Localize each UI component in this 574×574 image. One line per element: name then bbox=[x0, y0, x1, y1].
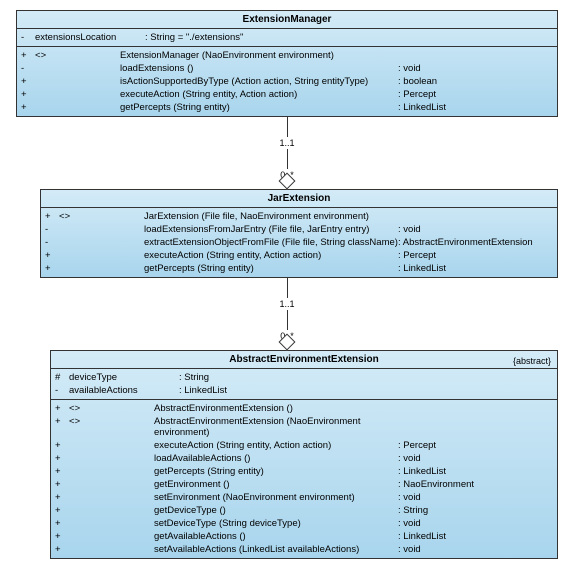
operation-row: +<>ExtensionManager (NaoEnvironment envi… bbox=[21, 49, 553, 62]
operation-row: +<>AbstractEnvironmentExtension () bbox=[55, 402, 553, 415]
attributes: #deviceType: String-availableActions: Li… bbox=[51, 369, 557, 400]
operation-row: +setAvailableActions (LinkedList availab… bbox=[55, 543, 553, 556]
operations: +<>AbstractEnvironmentExtension ()+<>Abs… bbox=[51, 400, 557, 558]
operations: +<>JarExtension (File file, NaoEnvironme… bbox=[41, 208, 557, 277]
association-2: 1..1 0..* bbox=[10, 278, 564, 350]
operation-row: +getEnvironment ()NaoEnvironment bbox=[55, 478, 553, 491]
attribute-row: -extensionsLocation: String = "./extensi… bbox=[21, 31, 553, 44]
class-extension-manager: ExtensionManager -extensionsLocation: St… bbox=[16, 10, 558, 117]
operation-row: +getPercepts (String entity)LinkedList bbox=[45, 262, 553, 275]
attribute-row: #deviceType: String bbox=[55, 371, 553, 384]
operation-row: +<>JarExtension (File file, NaoEnvironme… bbox=[45, 210, 553, 223]
operation-row: +executeAction (String entity, Action ac… bbox=[21, 88, 553, 101]
class-title: AbstractEnvironmentExtension {abstract} bbox=[51, 351, 557, 369]
operation-row: -extractExtensionObjectFromFile (File fi… bbox=[45, 236, 553, 249]
operation-row: +executeAction (String entity, Action ac… bbox=[45, 249, 553, 262]
operation-row: +getAvailableActions ()LinkedList bbox=[55, 530, 553, 543]
operation-row: +getPercepts (String entity)LinkedList bbox=[21, 101, 553, 114]
attributes: -extensionsLocation: String = "./extensi… bbox=[17, 29, 557, 47]
class-title: JarExtension bbox=[41, 190, 557, 208]
class-jar-extension: JarExtension +<>JarExtension (File file,… bbox=[40, 189, 558, 278]
association-1: 1..1 0..* bbox=[10, 117, 564, 189]
operation-row: +getDeviceType ()String bbox=[55, 504, 553, 517]
operations: +<>ExtensionManager (NaoEnvironment envi… bbox=[17, 47, 557, 116]
operation-row: -loadExtensions ()void bbox=[21, 62, 553, 75]
operation-row: +loadAvailableActions ()void bbox=[55, 452, 553, 465]
operation-row: -loadExtensionsFromJarEntry (File file, … bbox=[45, 223, 553, 236]
class-title: ExtensionManager bbox=[17, 11, 557, 29]
operation-row: +isActionSupportedByType (Action action,… bbox=[21, 75, 553, 88]
operation-row: +getPercepts (String entity)LinkedList bbox=[55, 465, 553, 478]
class-abstract-environment-extension: AbstractEnvironmentExtension {abstract} … bbox=[50, 350, 558, 559]
operation-row: +executeAction (String entity, Action ac… bbox=[55, 439, 553, 452]
attribute-row: -availableActions: LinkedList bbox=[55, 384, 553, 397]
operation-row: +setEnvironment (NaoEnvironment environm… bbox=[55, 491, 553, 504]
operation-row: +setDeviceType (String deviceType)void bbox=[55, 517, 553, 530]
operation-row: +<>AbstractEnvironmentExtension (NaoEnvi… bbox=[55, 415, 553, 439]
abstract-label: {abstract} bbox=[513, 356, 551, 366]
